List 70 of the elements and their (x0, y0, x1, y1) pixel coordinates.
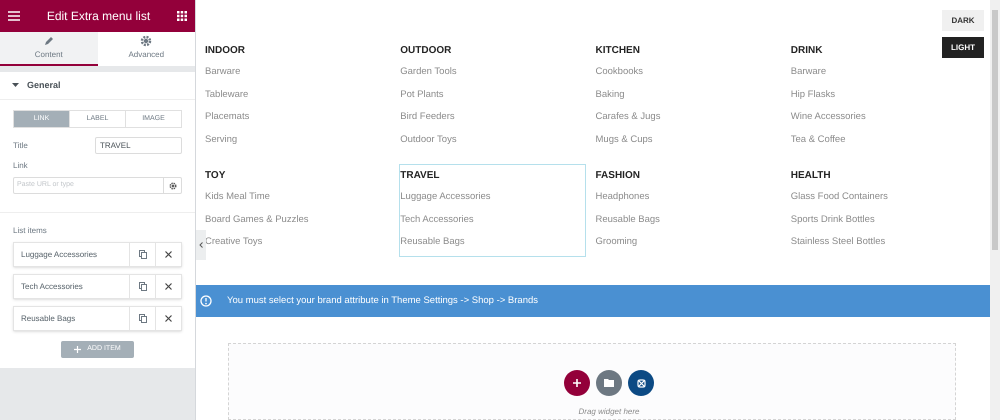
info-icon (200, 295, 212, 307)
menu-link[interactable]: Mugs & Cups (596, 128, 653, 151)
scrollbar[interactable] (990, 0, 1000, 420)
panel-collapse-handle[interactable] (196, 230, 206, 260)
menu-link[interactable]: Stainless Steel Bottles (790, 231, 886, 254)
menu-link[interactable]: Bird Feeders (400, 106, 455, 128)
menu-link[interactable]: Barware (205, 61, 240, 84)
menu-link[interactable]: Creative Toys (205, 231, 262, 254)
drop-hint: Drag widget here (578, 406, 640, 418)
menu-link[interactable]: Hip Flasks (790, 84, 836, 106)
menu-link[interactable]: Headphones (596, 186, 650, 208)
folder-icon (604, 379, 614, 387)
copy-icon (138, 250, 146, 259)
field-label: Title (13, 140, 28, 152)
library-button[interactable] (628, 370, 654, 396)
menu-heading: DRINK (790, 44, 822, 58)
close-icon (165, 283, 172, 290)
section-header[interactable]: General (0, 72, 195, 100)
menu-link[interactable]: Pot Plants (400, 84, 444, 106)
copy-icon (138, 314, 146, 323)
menu-heading: INDOOR (205, 44, 245, 58)
close-icon (165, 315, 172, 322)
menu-heading: HEALTH (790, 169, 831, 183)
menu-link[interactable]: Placemats (205, 106, 250, 128)
notice-text: You must select your brand attribute in Theme Settings -> Shop -> Brands (227, 294, 538, 308)
pencil-icon (42, 35, 55, 47)
menu-link[interactable]: Sports Drink Bottles (790, 208, 875, 231)
menu-heading: FASHION (596, 169, 640, 183)
menu-link[interactable]: Serving (205, 128, 238, 151)
menu-link[interactable]: Grooming (596, 231, 638, 254)
menu-heading: TOY (205, 169, 226, 183)
menu-link[interactable]: Cookbooks (596, 61, 644, 84)
plus-icon (74, 346, 82, 353)
settings-icon (168, 182, 176, 190)
add-section-button[interactable] (564, 370, 590, 396)
menu-link[interactable]: Kids Meal Time (205, 186, 270, 208)
menu-link[interactable]: Wine Accessories (790, 106, 866, 128)
menu-link[interactable]: Garden Tools (400, 61, 457, 84)
menu-heading: OUTDOOR (400, 44, 452, 58)
menu-link[interactable]: Reusable Bags (596, 208, 660, 231)
plus-icon (573, 379, 581, 387)
menu-link[interactable]: Luggage Accessories (400, 186, 491, 208)
chevron-left-icon (199, 242, 203, 248)
menu-link[interactable]: Tech Accessories (400, 208, 474, 231)
close-icon (165, 251, 172, 258)
menu-link[interactable]: Reusable Bags (400, 231, 465, 254)
menu-link[interactable]: Barware (790, 61, 826, 84)
menu-heading: TRAVEL (400, 169, 440, 183)
panel-tab[interactable]: Content (0, 32, 98, 66)
caret-icon (12, 83, 19, 88)
template-button[interactable] (596, 370, 622, 396)
theme-button[interactable]: LIGHT (942, 37, 984, 58)
grid-icon[interactable] (177, 11, 187, 21)
menu-link[interactable]: Glass Food Containers (790, 186, 888, 208)
theme-button[interactable]: DARK (942, 10, 984, 31)
menu-link[interactable]: Tea & Coffee (790, 128, 846, 151)
cross-icon (636, 378, 646, 388)
copy-icon (138, 282, 146, 291)
field-label: Link (13, 160, 28, 172)
menu-link[interactable]: Outdoor Toys (400, 128, 457, 151)
title-field[interactable]: TRAVEL (95, 137, 182, 154)
panel-title: Edit Extra menu list (46, 8, 150, 25)
menu-link[interactable]: Carafes & Jugs (596, 106, 660, 128)
menu-link[interactable]: Board Games & Puzzles (205, 208, 308, 231)
menu-link[interactable]: Baking (596, 84, 625, 106)
settings-icon (140, 35, 152, 47)
menu-heading: KITCHEN (596, 44, 640, 58)
menu-icon[interactable] (8, 11, 20, 21)
field-label: List items (13, 225, 47, 237)
menu-link[interactable]: Tableware (205, 84, 248, 106)
